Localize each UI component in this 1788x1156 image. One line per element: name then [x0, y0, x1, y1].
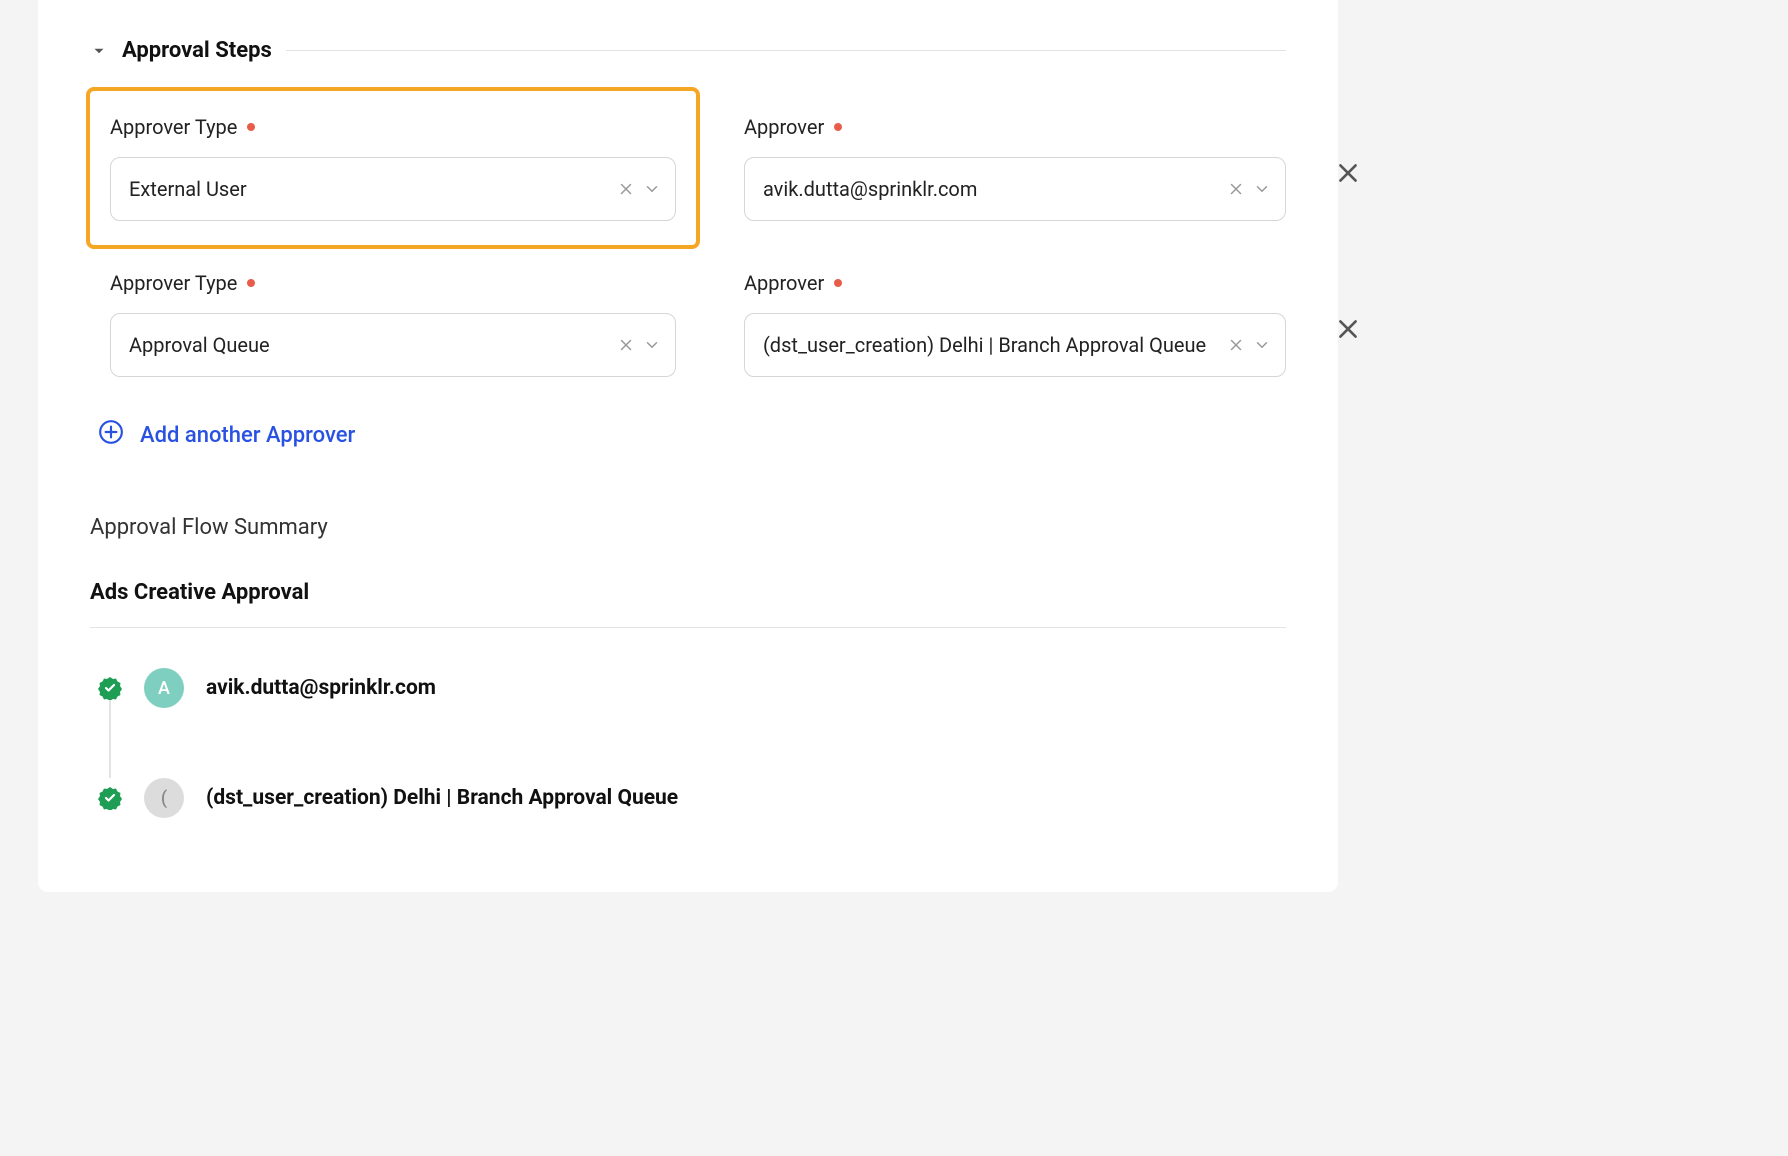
approver-select[interactable]: (dst_user_creation) Delhi | Branch Appro…	[744, 313, 1286, 377]
collapse-toggle[interactable]	[90, 42, 108, 60]
verified-badge-icon	[98, 676, 122, 700]
select-controls	[617, 336, 661, 354]
flow-item-label: (dst_user_creation) Delhi | Branch Appro…	[206, 786, 678, 810]
add-approver-label: Add another Approver	[140, 423, 355, 448]
approver-block: Approver avik.dutta@sprinklr.com	[744, 91, 1286, 245]
approver-label: Approver	[744, 115, 1286, 139]
select-controls	[1227, 180, 1271, 198]
approver-select[interactable]: avik.dutta@sprinklr.com	[744, 157, 1286, 221]
select-value: External User	[129, 177, 617, 201]
clear-icon[interactable]	[617, 336, 635, 354]
approver-type-block: Approver Type Approval Queue	[90, 271, 696, 377]
select-value: Approval Queue	[129, 333, 617, 357]
approver-type-label: Approver Type	[110, 271, 676, 295]
flow-connector	[109, 700, 111, 778]
select-value: avik.dutta@sprinklr.com	[763, 177, 1227, 201]
label-text: Approver Type	[110, 115, 237, 139]
approver-label: Approver	[744, 271, 1286, 295]
select-value: (dst_user_creation) Delhi | Branch Appro…	[763, 333, 1227, 357]
chevron-down-icon[interactable]	[643, 336, 661, 354]
chevron-down-icon[interactable]	[1253, 180, 1271, 198]
select-controls	[1227, 336, 1271, 354]
flow-item: ( (dst_user_creation) Delhi | Branch App…	[90, 778, 1286, 818]
clear-icon[interactable]	[1227, 180, 1245, 198]
clear-icon[interactable]	[1227, 336, 1245, 354]
label-text: Approver	[744, 271, 824, 295]
section-title: Approval Steps	[122, 38, 272, 63]
summary-subheading: Ads Creative Approval	[90, 580, 1286, 605]
approver-type-select[interactable]: Approval Queue	[110, 313, 676, 377]
required-dot-icon	[247, 123, 255, 131]
approver-block: Approver (dst_user_creation) Delhi | Bra…	[744, 271, 1286, 377]
label-text: Approver	[744, 115, 824, 139]
approver-type-select[interactable]: External User	[110, 157, 676, 221]
flow-list: A avik.dutta@sprinklr.com ( (dst_user_cr…	[90, 668, 1286, 818]
verified-badge-icon	[98, 786, 122, 810]
summary-heading: Approval Flow Summary	[90, 515, 1286, 540]
remove-row-button[interactable]	[1335, 316, 1361, 342]
approver-row: Approver Type External User Approver	[90, 91, 1286, 245]
section-header: Approval Steps	[90, 38, 1286, 63]
approver-row: Approver Type Approval Queue Approver	[90, 271, 1286, 377]
required-dot-icon	[834, 123, 842, 131]
flow-item: A avik.dutta@sprinklr.com	[90, 668, 1286, 708]
chevron-down-icon[interactable]	[643, 180, 661, 198]
approver-type-label: Approver Type	[110, 115, 676, 139]
summary-divider	[90, 627, 1286, 628]
avatar: A	[144, 668, 184, 708]
chevron-down-icon[interactable]	[1253, 336, 1271, 354]
section-rule	[286, 50, 1286, 51]
approval-steps-panel: Approval Steps Approver Type External Us…	[38, 0, 1338, 892]
label-text: Approver Type	[110, 271, 237, 295]
flow-item-label: avik.dutta@sprinklr.com	[206, 676, 436, 700]
add-approver-link[interactable]: Add another Approver	[98, 419, 1286, 451]
required-dot-icon	[247, 279, 255, 287]
avatar: (	[144, 778, 184, 818]
clear-icon[interactable]	[617, 180, 635, 198]
select-controls	[617, 180, 661, 198]
required-dot-icon	[834, 279, 842, 287]
approver-type-block: Approver Type External User	[90, 91, 696, 245]
remove-row-button[interactable]	[1335, 160, 1361, 186]
plus-circle-icon	[98, 419, 124, 451]
